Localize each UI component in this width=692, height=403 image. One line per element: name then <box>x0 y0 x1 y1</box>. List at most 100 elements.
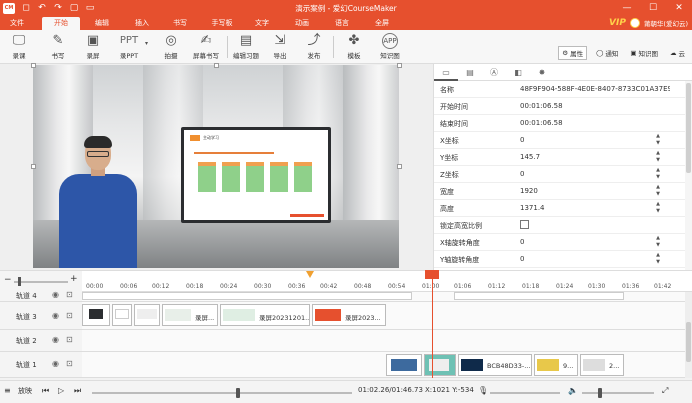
chevron-down-icon[interactable]: ▾ <box>145 40 148 47</box>
seek-slider[interactable] <box>92 392 352 394</box>
screen-write-button[interactable]: ✍ 屏幕书写 <box>188 32 224 62</box>
screen-record-icon: ▣ <box>86 33 100 48</box>
play-label[interactable]: 放映 <box>18 386 32 396</box>
timeline-clip[interactable] <box>424 354 456 376</box>
spinner-icon[interactable]: ▲ ▼ <box>656 150 660 164</box>
resize-handle[interactable] <box>397 164 402 169</box>
write-button[interactable]: ✎ 书写 <box>43 32 73 62</box>
menu-animation[interactable]: 动画 <box>290 17 314 30</box>
ribbon-toolbar: 🖵 录课 ✎ 书写 ▣ 录屏 PPT 录PPT ▾ ◎ 拍摄 ✍ 屏幕书写 ▤ 编辑习题 ⇲ 导… <box>0 30 692 64</box>
timeline-clip[interactable]: 录屏... <box>162 304 218 326</box>
fullscreen-icon[interactable]: ⤢ <box>662 386 668 396</box>
spinner-icon[interactable]: ▲ ▼ <box>656 133 660 147</box>
template-button[interactable]: ✤ 模板 <box>339 32 369 62</box>
spinner-icon[interactable]: ▲ ▼ <box>656 252 660 266</box>
lock-icon[interactable]: ⊡ <box>66 290 73 299</box>
close-icon[interactable]: ✕ <box>666 0 692 17</box>
timeline-clip[interactable] <box>134 304 160 326</box>
track-body-1[interactable]: BCB48D33-... 9... 2... <box>82 352 685 378</box>
notify-tab[interactable]: ◯ 通知 <box>593 47 621 59</box>
prop-row-y-rotation: Y轴旋转角度 0 ▲ ▼ <box>434 251 692 268</box>
lock-icon[interactable]: ⊡ <box>66 359 73 368</box>
knowledge-tab[interactable]: ▣ 知识图 <box>627 47 661 59</box>
avatar[interactable] <box>629 18 640 28</box>
props-tab-effect-icon[interactable]: ✸ <box>530 64 554 81</box>
timeline-clip[interactable]: 2... <box>580 354 624 376</box>
lock-icon[interactable]: ⊡ <box>66 335 73 344</box>
knowledge-map-button[interactable]: APP 知识图 <box>374 32 406 62</box>
menu-edit[interactable]: 编辑 <box>90 17 114 30</box>
resize-handle[interactable] <box>214 63 219 68</box>
lock-ratio-checkbox[interactable] <box>520 220 529 229</box>
menu-file[interactable]: 文件 <box>5 17 29 30</box>
timeline-clip[interactable]: 录屏20231201... <box>220 304 310 326</box>
resize-handle[interactable] <box>397 63 402 68</box>
microphone-icon[interactable]: 🎙 <box>478 386 488 395</box>
track-body-3[interactable]: 录屏... 录屏20231201... 录屏2023... <box>82 302 685 330</box>
menu-fullscreen[interactable]: 全屏 <box>370 17 394 30</box>
timeline-clip[interactable] <box>112 304 132 326</box>
step-back-icon[interactable]: ⏮ <box>42 386 49 396</box>
shoot-button[interactable]: ◎ 拍摄 <box>156 32 186 62</box>
menu-language[interactable]: 语言 <box>330 17 354 30</box>
track-body-4[interactable] <box>82 292 685 302</box>
eye-icon[interactable]: ◉ <box>52 290 59 299</box>
export-button[interactable]: ⇲ 导出 <box>265 32 295 62</box>
timeline-scrollbar[interactable] <box>685 292 692 378</box>
zoom-in-icon[interactable]: + <box>70 274 78 284</box>
user-name[interactable]: 莆朝华(爱幻云) <box>644 18 688 28</box>
volume-slider[interactable] <box>582 392 654 394</box>
menu-handwriting-pad[interactable]: 手写板 <box>207 17 237 30</box>
mic-volume-slider[interactable] <box>490 392 560 394</box>
minimize-icon[interactable]: — <box>614 0 640 17</box>
menu-home[interactable]: 开始 <box>42 17 80 30</box>
timeline-clip[interactable]: BCB48D33-... <box>458 354 532 376</box>
menu-write[interactable]: 书写 <box>168 17 192 30</box>
props-tab-text-icon[interactable]: Ⓐ <box>482 64 506 81</box>
video-canvas[interactable]: 主动学习 <box>33 65 399 268</box>
timeline-clip[interactable] <box>386 354 422 376</box>
edit-exercise-button[interactable]: ▤ 编辑习题 <box>228 32 264 62</box>
step-forward-icon[interactable]: ⏭ <box>74 386 81 396</box>
seek-knob[interactable] <box>236 388 240 398</box>
publish-button[interactable]: ⤴ 发布 <box>299 32 329 62</box>
lock-icon[interactable]: ⊡ <box>66 311 73 320</box>
resize-handle[interactable] <box>31 63 36 68</box>
timeline-clip[interactable]: 录屏2023... <box>312 304 386 326</box>
screen-record-button[interactable]: ▣ 录屏 <box>78 32 108 62</box>
playhead[interactable] <box>432 270 433 378</box>
zoom-slider-knob[interactable] <box>18 277 21 286</box>
cloud-tab[interactable]: ☁ 云 <box>667 47 688 59</box>
menu-insert[interactable]: 插入 <box>130 17 154 30</box>
timeline-clip[interactable]: 9... <box>534 354 578 376</box>
vip-badge[interactable]: VIP <box>609 18 626 28</box>
props-tab-shape-icon[interactable]: ◧ <box>506 64 530 81</box>
spinner-icon[interactable]: ▲ ▼ <box>656 167 660 181</box>
menu-text[interactable]: 文字 <box>250 17 274 30</box>
spinner-icon[interactable]: ▲ ▼ <box>656 184 660 198</box>
eye-icon[interactable]: ◉ <box>52 335 59 344</box>
eye-icon[interactable]: ◉ <box>52 311 59 320</box>
timeline-ruler[interactable]: 00:00 00:06 00:12 00:18 00:24 00:30 00:3… <box>82 270 692 292</box>
zoom-out-icon[interactable]: − <box>4 275 12 285</box>
zoom-slider[interactable] <box>14 281 68 283</box>
record-lesson-button[interactable]: 🖵 录课 <box>4 32 34 62</box>
marker-icon[interactable] <box>306 271 314 278</box>
ruler-tick-label: 00:18 <box>186 283 204 290</box>
record-ppt-button[interactable]: PPT 录PPT <box>112 32 146 62</box>
maximize-icon[interactable]: ☐ <box>640 0 666 17</box>
props-tab-media-icon[interactable]: ▤ <box>458 64 482 81</box>
volume-knob[interactable] <box>598 388 602 398</box>
properties-tab[interactable]: ⚙ 属性 <box>558 46 588 60</box>
track-body-2[interactable] <box>82 330 685 352</box>
speaker-icon[interactable]: 🔈 <box>568 386 578 395</box>
props-scrollbar[interactable] <box>685 81 692 270</box>
eye-icon[interactable]: ◉ <box>52 359 59 368</box>
timeline-clip[interactable] <box>82 304 110 326</box>
play-icon[interactable]: ▷ <box>58 386 64 395</box>
spinner-icon[interactable]: ▲ ▼ <box>656 235 660 249</box>
menu-lines-icon[interactable]: ≡ <box>4 386 11 395</box>
spinner-icon[interactable]: ▲ ▼ <box>656 201 660 215</box>
props-tab-general-icon[interactable]: ▭ <box>434 64 458 81</box>
resize-handle[interactable] <box>31 164 36 169</box>
